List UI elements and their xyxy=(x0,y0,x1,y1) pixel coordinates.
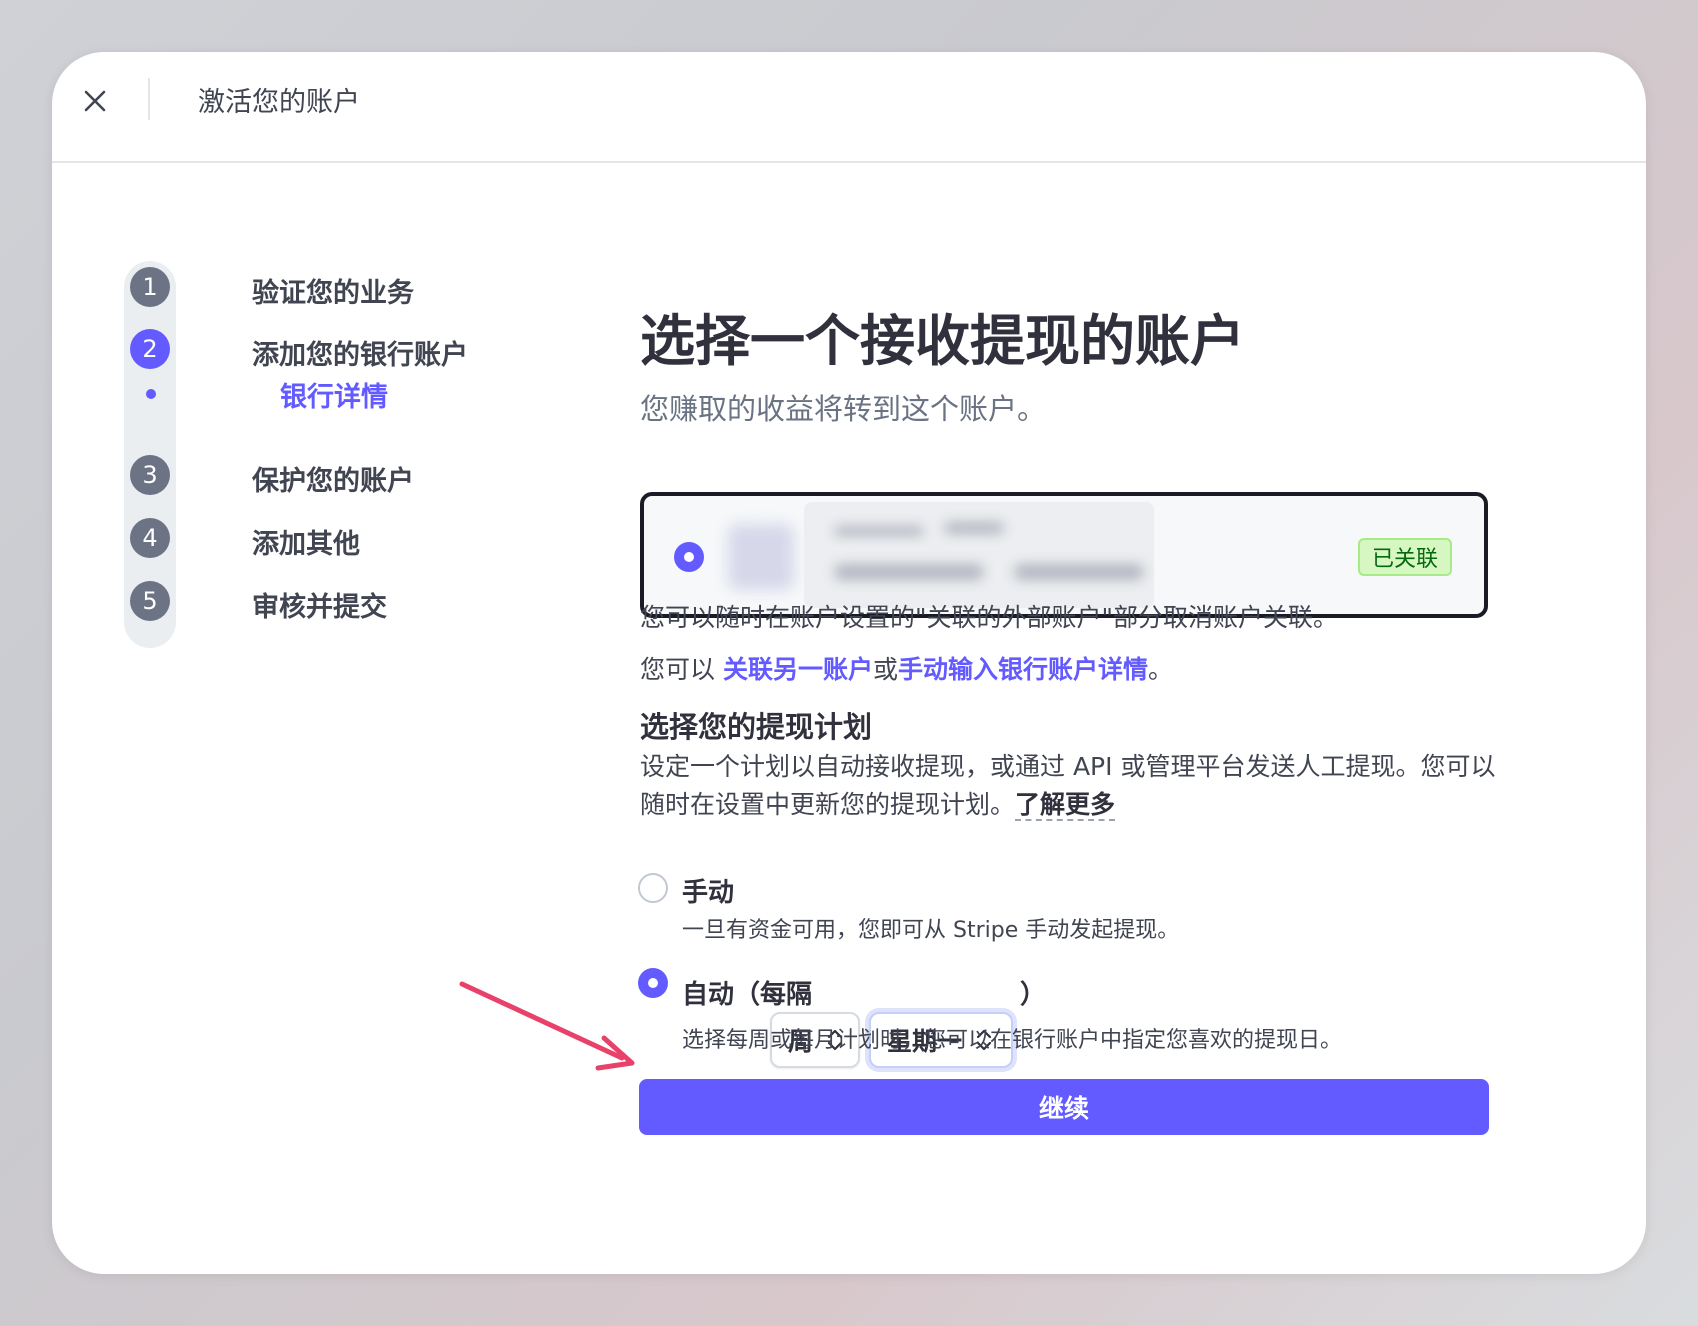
linked-status-badge: 已关联 xyxy=(1357,538,1452,576)
substep-bank-details[interactable]: 银行详情 xyxy=(280,375,388,414)
learn-more-link[interactable]: 了解更多 xyxy=(1015,790,1116,821)
step-add-bank-account[interactable]: 2 添加您的银行账户 xyxy=(124,323,468,375)
manual-payout-radio[interactable] xyxy=(638,873,668,903)
substep-indicator xyxy=(146,389,156,399)
page-title: 选择一个接收提现的账户 xyxy=(640,309,1246,373)
continue-button[interactable]: 继续 xyxy=(639,1079,1489,1135)
step-label: 添加您的银行账户 xyxy=(252,340,468,371)
link-options-note: 您可以 关联另一账户或手动输入银行账户详情。 xyxy=(640,655,1174,684)
account-radio[interactable] xyxy=(674,542,704,572)
step-number: 1 xyxy=(130,267,170,307)
step-label: 审核并提交 xyxy=(252,592,387,623)
header-divider xyxy=(148,78,150,120)
account-details-redacted xyxy=(804,502,1154,608)
schedule-description: 设定一个计划以自动接收提现，或通过 API 或管理平台发送人工提现。您可以随时在… xyxy=(640,752,1496,821)
activation-modal: 激活您的账户 1 验证您的业务 2 添加您的银行账户 银行详情 3 保护您的账户… xyxy=(52,52,1646,1274)
step-review-submit[interactable]: 5 审核并提交 xyxy=(124,575,387,627)
manual-bank-entry-link[interactable]: 手动输入银行账户详情 xyxy=(898,655,1148,684)
bank-logo xyxy=(728,524,794,590)
manual-option-label[interactable]: 手动 xyxy=(682,872,734,909)
step-verify-business[interactable]: 1 验证您的业务 xyxy=(124,261,414,313)
close-icon xyxy=(84,90,106,112)
step-number: 2 xyxy=(130,329,170,369)
link-another-account[interactable]: 关联另一账户 xyxy=(723,655,873,684)
step-secure-account[interactable]: 3 保护您的账户 xyxy=(124,449,414,501)
unlink-note: 您可以随时在账户设置的"关联的外部账户"部分取消账户关联。 xyxy=(640,603,1339,632)
step-number: 3 xyxy=(130,455,170,495)
page-subtitle: 您赚取的收益将转到这个账户。 xyxy=(640,392,1047,426)
step-add-extras[interactable]: 4 添加其他 xyxy=(124,512,360,564)
step-label: 保护您的账户 xyxy=(252,466,414,497)
automatic-option-label-end: ） xyxy=(1020,980,1047,1010)
step-number: 4 xyxy=(130,518,170,558)
step-label: 验证您的业务 xyxy=(252,278,414,309)
manual-option-description: 一旦有资金可用，您即可从 Stripe 手动发起提现。 xyxy=(682,918,1180,943)
automatic-payout-radio[interactable] xyxy=(638,968,668,998)
step-label: 添加其他 xyxy=(252,529,360,560)
automatic-option-description: 选择每周或每月计划时，您可以在银行账户中指定您喜欢的提现日。 xyxy=(682,1028,1343,1053)
schedule-title: 选择您的提现计划 xyxy=(640,710,873,744)
modal-header: 激活您的账户 xyxy=(52,52,1646,163)
close-button[interactable] xyxy=(72,78,118,124)
automatic-option-label[interactable]: 自动（每隔 xyxy=(682,974,812,1011)
step-number: 5 xyxy=(130,581,170,621)
modal-title: 激活您的账户 xyxy=(198,87,360,118)
